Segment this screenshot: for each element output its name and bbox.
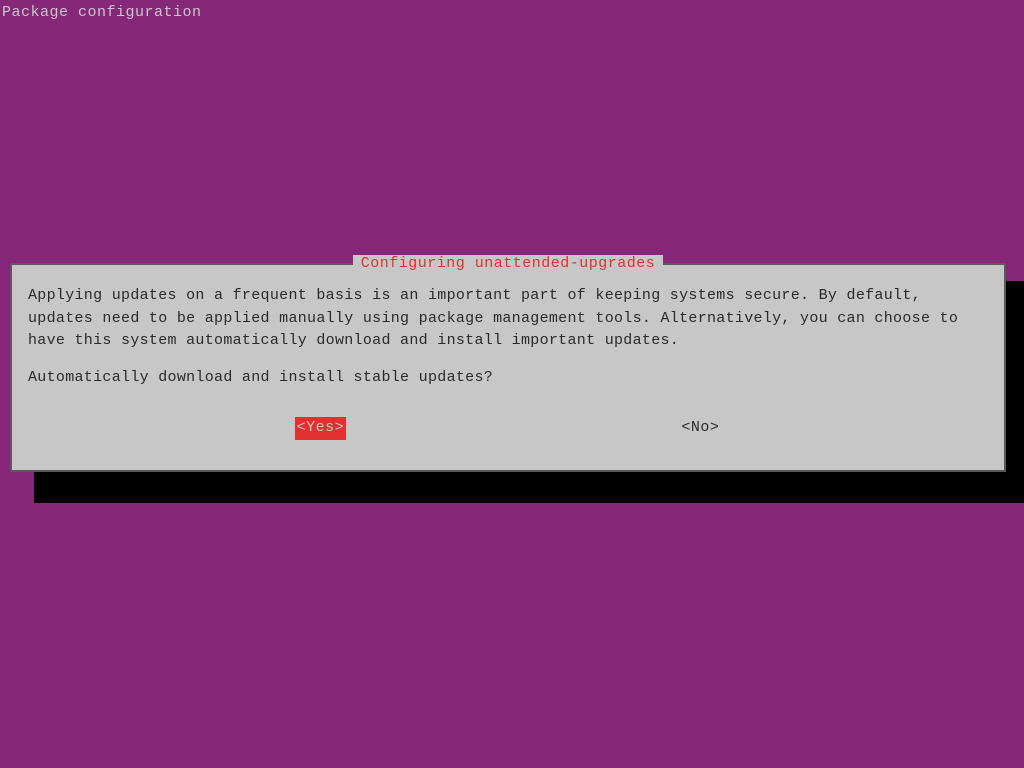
dialog-title: Configuring unattended-upgrades: [353, 255, 664, 272]
dialog-button-row: <Yes> <No>: [28, 417, 988, 458]
dialog-title-wrapper: Configuring unattended-upgrades: [12, 255, 1004, 272]
dialog-container: Configuring unattended-upgrades Applying…: [10, 263, 1006, 472]
dialog-content: Applying updates on a frequent basis is …: [12, 265, 1004, 470]
dialog-body-text: Applying updates on a frequent basis is …: [28, 285, 988, 353]
dialog-box: Configuring unattended-upgrades Applying…: [10, 263, 1006, 472]
page-header: Package configuration: [0, 0, 1024, 25]
dialog-question-text: Automatically download and install stabl…: [28, 367, 988, 390]
yes-button[interactable]: <Yes>: [295, 417, 347, 440]
no-button[interactable]: <No>: [679, 417, 721, 440]
